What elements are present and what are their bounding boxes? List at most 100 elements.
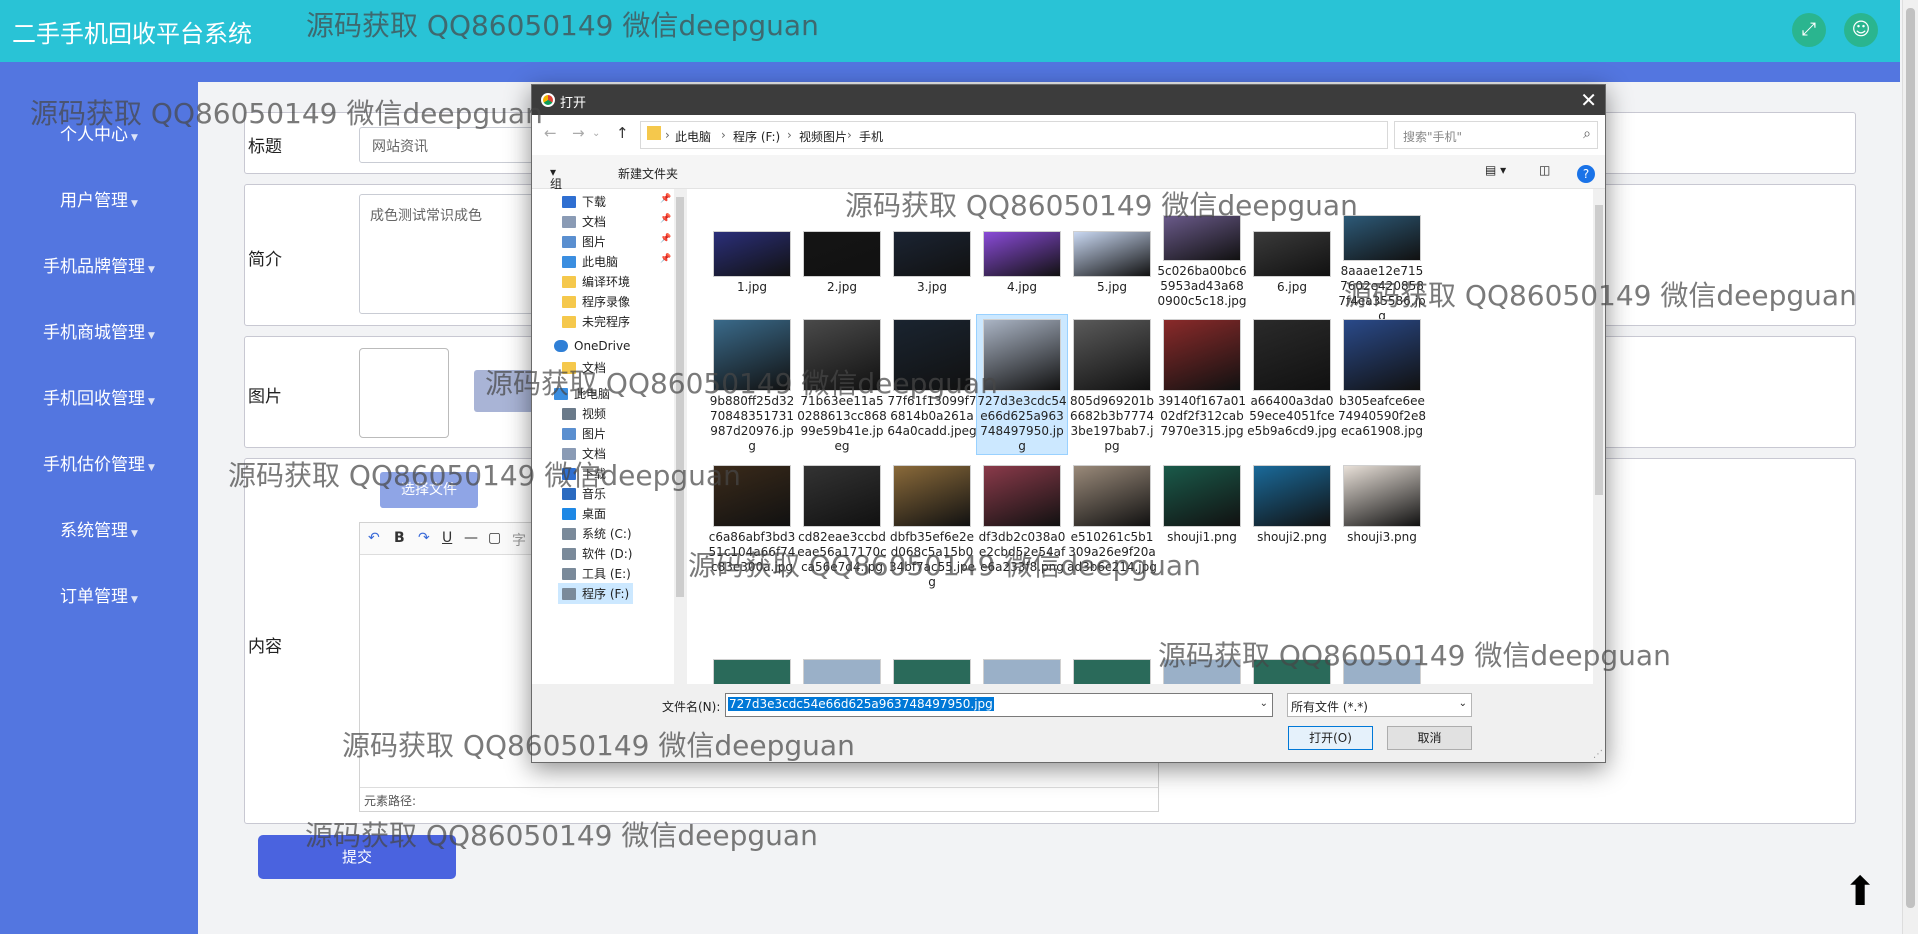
sidebar-item-valuation[interactable]: 手机估价管理 ▼ — [0, 450, 198, 475]
breadcrumb-this-pc[interactable]: 此电脑 — [675, 128, 711, 145]
scrollbar-thumb[interactable] — [1906, 8, 1915, 908]
chevron-down-icon[interactable]: ⌄ — [1260, 698, 1268, 709]
fullscreen-icon[interactable]: ⤢ — [1792, 13, 1826, 47]
file-item[interactable]: 3.jpg — [887, 215, 977, 295]
file-item[interactable]: shouji1.png — [1157, 461, 1247, 545]
underline-icon[interactable]: U — [442, 530, 452, 546]
file-item[interactable]: 805d969201b6682b3b77743be197bab7.jpg — [1067, 315, 1157, 454]
nav-item-pictures[interactable]: 图片 — [562, 233, 606, 250]
sidebar-item-system[interactable]: 系统管理 ▼ — [0, 516, 198, 541]
user-icon[interactable]: ☺ — [1844, 13, 1878, 47]
file-scrollbar[interactable] — [1593, 189, 1605, 684]
nav-item-drive-c[interactable]: 系统 (C:) — [562, 525, 632, 542]
submit-button[interactable]: 提交 — [258, 835, 456, 879]
nav-item-folder[interactable]: 未完程序 — [562, 313, 630, 330]
filename-input[interactable]: 727d3e3cdc54e66d625a963748497950.jpg ⌄ — [725, 693, 1273, 717]
file-item[interactable]: e510261c5b1309a26e9f20aad3b6c214.jpg — [1067, 461, 1157, 575]
nav-item-documents[interactable]: 文档 — [562, 213, 606, 230]
breadcrumb-drive-f[interactable]: 程序 (F:) — [733, 128, 780, 145]
redo-icon[interactable]: ↷ — [418, 530, 430, 546]
page-scrollbar[interactable] — [1902, 0, 1918, 934]
file-item[interactable]: cd82eae3ccbdeae56a17170cca56e7d4.jpg — [797, 461, 887, 575]
sidebar-item-brands[interactable]: 手机品牌管理 ▼ — [0, 252, 198, 277]
file-item[interactable]: 4.jpg — [977, 215, 1067, 295]
nav-item-folder[interactable]: 文档 — [562, 359, 606, 376]
resize-grip-icon[interactable]: ⋰ — [1593, 749, 1603, 760]
view-icon[interactable]: ▤ ▾ — [1485, 163, 1506, 177]
file-item[interactable]: 77f61f13099f76814b0a261a64a0cadd.jpeg — [887, 315, 977, 439]
nav-item-pictures[interactable]: 图片 — [562, 425, 606, 442]
file-item[interactable]: df3db2c038a0e2cbd52e54afe6a233f8.png — [977, 461, 1067, 575]
help-icon[interactable]: ? — [1577, 165, 1595, 183]
nav-item-drive-d[interactable]: 软件 (D:) — [562, 545, 632, 562]
open-button[interactable]: 打开(O) — [1288, 726, 1373, 750]
file-item-partial[interactable] — [887, 659, 977, 684]
doc-icon[interactable]: ▢ — [488, 530, 501, 546]
file-item-partial[interactable] — [707, 659, 797, 684]
file-item[interactable]: 727d3e3cdc54e66d625a963748497950.jpg — [976, 314, 1068, 455]
address-bar[interactable]: › 此电脑 › 程序 (F:) › 视频图片 › 手机 ⌄ ↻ — [640, 121, 1480, 149]
nav-item-downloads[interactable]: 下载 — [562, 193, 606, 210]
forward-icon[interactable]: → — [572, 124, 585, 142]
file-item-partial[interactable] — [797, 659, 887, 684]
nav-item-onedrive[interactable]: OneDrive — [554, 339, 630, 353]
file-item[interactable]: 39140f167a0102df2f312cab7970e315.jpg — [1157, 315, 1247, 439]
file-item-partial[interactable] — [977, 659, 1067, 684]
close-icon[interactable]: ✕ — [1580, 88, 1597, 112]
file-item[interactable]: shouji2.png — [1247, 461, 1337, 545]
organize-button[interactable]: 组织 ▾ — [550, 165, 562, 208]
file-item-partial[interactable] — [1067, 659, 1157, 684]
hr-icon[interactable]: — — [464, 530, 478, 546]
search-input[interactable]: 搜索"手机" ⌕ — [1394, 121, 1598, 149]
file-item[interactable]: a66400a3da059ece4051fcee5b9a6cd9.jpg — [1247, 315, 1337, 439]
nav-item-folder[interactable]: 程序录像 — [562, 293, 630, 310]
file-item[interactable]: 6.jpg — [1247, 215, 1337, 295]
nav-item-downloads[interactable]: 下载 — [562, 465, 606, 482]
file-item[interactable]: dbfb35ef6e2ed068c5a15b034bf7ac55.jpeg — [887, 461, 977, 590]
nav-item-this-pc[interactable]: 此电脑 — [562, 253, 618, 270]
sidebar-item-recycle[interactable]: 手机回收管理 ▼ — [0, 384, 198, 409]
file-item[interactable]: 71b63ee11a50288613cc86899e59b41e.jpeg — [797, 315, 887, 454]
back-to-top-icon[interactable]: ⬆ — [1838, 870, 1882, 914]
file-item[interactable]: 5.jpg — [1067, 215, 1157, 295]
nav-item-drive-e[interactable]: 工具 (E:) — [562, 565, 631, 582]
file-item-partial[interactable] — [1157, 659, 1247, 684]
file-item-partial[interactable] — [1247, 659, 1337, 684]
font-select[interactable]: 字 — [512, 530, 526, 550]
file-item[interactable]: 5c026ba00bc65953ad43a680900c5c18.jpg — [1157, 215, 1247, 309]
recent-dropdown-icon[interactable]: ⌄ — [592, 128, 600, 139]
scrollbar-thumb[interactable] — [676, 197, 684, 597]
preview-pane-icon[interactable]: ◫ — [1539, 163, 1550, 177]
back-icon[interactable]: ← — [544, 124, 557, 142]
scrollbar-thumb[interactable] — [1595, 205, 1603, 495]
file-item[interactable]: 8aaae12e7157602e4208587f4ea35586.jpg — [1337, 215, 1427, 324]
breadcrumb-phones[interactable]: 手机 — [859, 128, 883, 145]
file-item[interactable]: 1.jpg — [707, 215, 797, 295]
file-item[interactable]: b305eafce6ee74940590f2e8eca61908.jpg — [1337, 315, 1427, 439]
nav-item-drive-f[interactable]: 程序 (F:) — [558, 583, 634, 604]
nav-item-this-pc[interactable]: 此电脑 — [554, 385, 610, 402]
breadcrumb-videos[interactable]: 视频图片 — [799, 128, 847, 145]
file-item[interactable]: shouji3.png — [1337, 461, 1427, 545]
nav-item-desktop[interactable]: 桌面 — [562, 505, 606, 522]
nav-item-music[interactable]: 音乐 — [562, 485, 606, 502]
nav-scrollbar[interactable] — [674, 189, 686, 684]
file-item[interactable]: c6a86abf3bd351c104a66f74c83e300a.jpg — [707, 461, 797, 575]
filetype-select[interactable]: 所有文件 (*.*) ⌄ — [1287, 693, 1472, 717]
bold-icon[interactable]: B — [394, 530, 405, 546]
nav-item-folder[interactable]: 编译环境 — [562, 273, 630, 290]
file-item[interactable]: 9b880ff25d3270848351731987d20976.jpg — [707, 315, 797, 454]
file-item-partial[interactable] — [1337, 659, 1427, 684]
select-file-button[interactable]: 选择文件 — [380, 472, 478, 508]
up-icon[interactable]: ↑ — [616, 124, 629, 142]
cancel-button[interactable]: 取消 — [1387, 726, 1472, 750]
file-item[interactable]: 2.jpg — [797, 215, 887, 295]
sidebar-item-profile[interactable]: 个人中心 ▼ — [0, 120, 198, 145]
nav-item-documents[interactable]: 文档 — [562, 445, 606, 462]
sidebar-item-shop[interactable]: 手机商城管理 ▼ — [0, 318, 198, 343]
nav-item-videos[interactable]: 视频 — [562, 405, 606, 422]
undo-icon[interactable]: ↶ — [368, 530, 380, 546]
new-folder-button[interactable]: 新建文件夹 — [618, 165, 678, 182]
sidebar-item-orders[interactable]: 订单管理 ▼ — [0, 582, 198, 607]
sidebar-item-users[interactable]: 用户管理 ▼ — [0, 186, 198, 211]
